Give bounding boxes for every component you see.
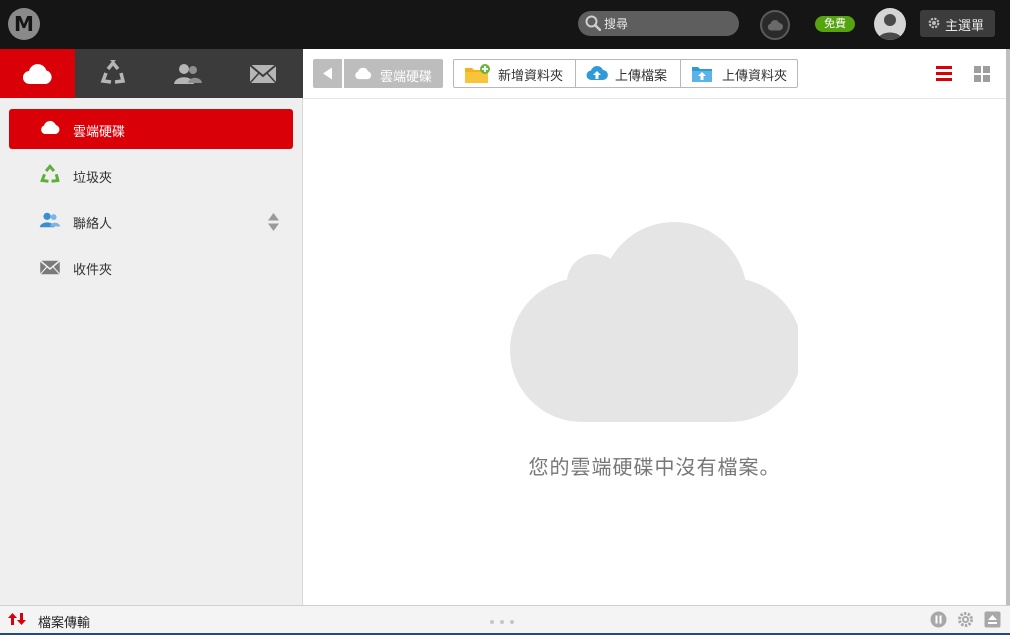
gear-icon [928,17,940,29]
sort-arrows-icon[interactable] [267,212,280,232]
sidebar-item-label: 收件夾 [73,263,113,278]
envelope-icon [39,260,61,275]
contacts-icon [39,212,61,228]
search-input[interactable] [604,14,734,33]
upload-folder-icon [692,67,712,82]
pause-icon[interactable] [930,611,947,628]
file-browser: 您的雲端硬碟中沒有檔案。 [303,99,1006,605]
transfer-arrows-icon[interactable] [8,613,26,625]
tab-inbox[interactable] [225,49,300,98]
new-folder-icon [465,64,490,83]
section-tabs [0,49,303,98]
sidebar-item-contacts[interactable]: 聯絡人 [9,201,293,241]
back-button[interactable] [313,59,342,88]
recycle-icon [40,164,60,183]
expand-panel-icon[interactable] [984,611,1001,628]
empty-cloud-icon [510,222,798,422]
avatar[interactable] [874,8,906,40]
logo-letter: M [14,12,34,36]
list-view-icon[interactable] [936,66,952,81]
breadcrumb[interactable]: 雲端硬碟 [344,59,443,88]
main-menu-label: 主選單 [945,19,985,34]
recycle-icon [100,59,125,84]
upload-cloud-icon [586,66,608,81]
action-buttons: 新增資料夾 上傳檔案 上傳資料夾 [453,59,798,88]
storage-status-button[interactable] [760,10,790,40]
sidebar-item-label: 雲端硬碟 [73,125,126,140]
sidebar-item-cloud-drive[interactable]: 雲端硬碟 [9,109,293,149]
arrow-left-icon [323,67,332,80]
search-icon [585,15,601,31]
sidebar-item-inbox[interactable]: 收件夾 [9,247,293,287]
sidebar: 雲端硬碟 垃圾夾 聯絡人 收件夾 [0,98,303,605]
tab-cloud-drive[interactable] [0,49,75,98]
user-silhouette-icon [878,14,902,40]
gear-icon[interactable] [957,611,974,628]
cloud-icon [41,120,60,134]
account-type-badge[interactable]: 免費 [815,16,855,32]
grid-view-icon[interactable] [974,66,990,82]
upload-folder-label: 上傳資料夾 [722,69,788,84]
sidebar-item-label: 聯絡人 [73,217,113,232]
main-menu-button[interactable]: 主選單 [920,10,995,37]
empty-state-message: 您的雲端硬碟中沒有檔案。 [528,455,781,479]
breadcrumb-label: 雲端硬碟 [380,70,433,85]
new-folder-label: 新增資料夾 [498,69,564,84]
window-edge [1006,49,1010,635]
cloud-icon [767,20,783,31]
resize-handle-icon[interactable] [489,619,517,625]
toolbar: 雲端硬碟 新增資料夾 上傳檔案 上傳資料夾 [303,49,1006,99]
upload-folder-button[interactable]: 上傳資料夾 [681,60,799,87]
envelope-icon [248,63,277,84]
sidebar-item-rubbish-bin[interactable]: 垃圾夾 [9,155,293,195]
top-bar: M 免費 主選單 [0,0,1010,49]
tab-contacts[interactable] [150,49,225,98]
cloud-icon [22,63,52,84]
mega-logo[interactable]: M [8,8,40,40]
sidebar-item-label: 垃圾夾 [73,171,113,186]
upload-file-button[interactable]: 上傳檔案 [576,60,681,87]
tab-rubbish-bin[interactable] [75,49,150,98]
search-box[interactable] [578,11,739,36]
status-bar: 檔案傳輸 [0,605,1010,635]
new-folder-button[interactable]: 新增資料夾 [454,60,576,87]
upload-file-label: 上傳檔案 [615,69,668,84]
transfers-label[interactable]: 檔案傳輸 [38,612,90,631]
cloud-icon [355,67,372,80]
contacts-icon [173,63,202,84]
